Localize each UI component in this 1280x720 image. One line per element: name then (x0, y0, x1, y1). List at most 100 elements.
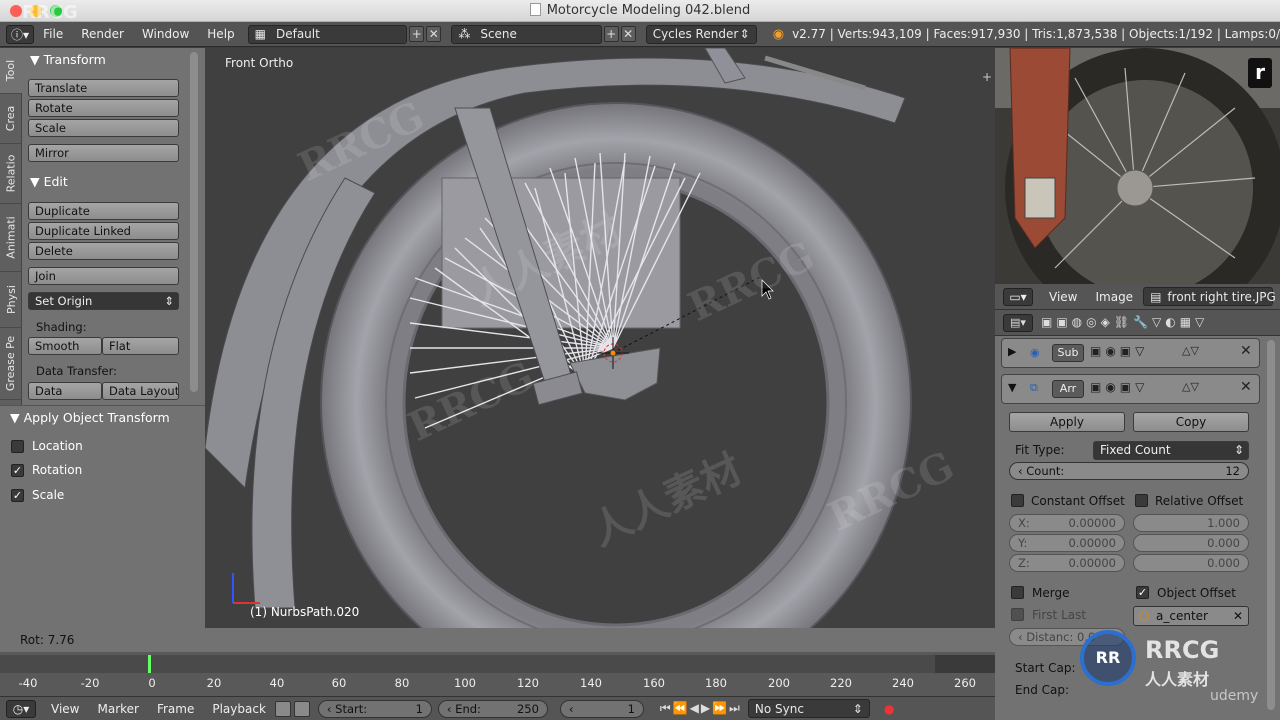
tab-animation[interactable]: Animati (0, 204, 22, 272)
image-editor[interactable]: r (995, 48, 1280, 284)
tool-shelf-scrollbar[interactable] (190, 52, 198, 392)
transform-panel-header[interactable]: ▼ Transform (30, 52, 106, 67)
copy-modifier-button[interactable]: Copy (1133, 412, 1249, 432)
image-editor-type-icon[interactable]: ▭▾ (1003, 287, 1033, 306)
offset-object-field[interactable]: ⬡ a_center ✕ (1133, 606, 1249, 626)
tab-grease-pencil[interactable]: Grease Pe (0, 328, 22, 400)
scale-checkbox[interactable]: ✓ (11, 489, 24, 502)
end-frame-field[interactable]: ‹ End: 250 (437, 699, 548, 718)
apply-modifier-button[interactable]: Apply (1009, 412, 1125, 432)
location-checkbox[interactable] (11, 440, 24, 453)
timeline-strip[interactable] (0, 655, 935, 673)
duplicate-button[interactable]: Duplicate (28, 202, 179, 220)
move-up-down-icon[interactable]: △▽ (1182, 380, 1199, 393)
modifier-name-field[interactable]: Arr (1052, 380, 1084, 398)
menu-playback[interactable]: Playback (203, 702, 275, 716)
menu-render[interactable]: Render (72, 27, 133, 41)
menu-file[interactable]: File (34, 27, 72, 41)
relative-offset-y-field[interactable]: 0.000 (1133, 534, 1249, 552)
modifier-visibility-icons[interactable]: ▣◉▣▽ (1090, 344, 1148, 358)
tab-relations[interactable]: Relatio (0, 144, 22, 204)
keying-icon[interactable] (274, 700, 291, 717)
render-engine-select[interactable]: Cycles Render ⇕ (645, 24, 757, 44)
add-layout-button[interactable]: + (409, 26, 425, 42)
scene-select[interactable]: ⁂ Scene (451, 24, 602, 44)
properties-scrollbar[interactable] (1267, 340, 1275, 710)
timeline-tick: 220 (830, 676, 852, 690)
menu-window[interactable]: Window (133, 27, 198, 41)
screen-layout-select[interactable]: ▦ Default (247, 24, 408, 44)
relative-offset-z-field[interactable]: 0.000 (1133, 554, 1249, 572)
constant-offset-y-field[interactable]: Y: 0.00000 (1009, 534, 1125, 552)
lock-icon[interactable] (293, 700, 310, 717)
first-last-checkbox[interactable] (1011, 608, 1024, 621)
move-up-down-icon[interactable]: △▽ (1182, 344, 1199, 357)
constant-offset-x-field[interactable]: X: 0.00000 (1009, 514, 1125, 532)
remove-scene-button[interactable]: ✕ (620, 26, 636, 42)
add-scene-button[interactable]: + (603, 26, 619, 42)
modifier-array-header[interactable]: ▼ ⧉ Arr ▣◉▣▽ △▽ ✕ (1001, 374, 1260, 404)
mirror-button[interactable]: Mirror (28, 144, 179, 162)
current-frame-field[interactable]: ‹ 1 (559, 699, 644, 718)
modifier-visibility-icons[interactable]: ▣◉▣▽ (1090, 380, 1148, 394)
apply-panel-header[interactable]: ▼ Apply Object Transform (10, 410, 170, 425)
image-menu-view[interactable]: View (1049, 290, 1077, 304)
image-select[interactable]: ▤ front right tire.JPG (1143, 287, 1276, 306)
menu-view[interactable]: View (42, 702, 88, 716)
rotate-button[interactable]: Rotate (28, 99, 179, 117)
object-offset-checkbox[interactable]: ✓ (1136, 586, 1149, 599)
menu-help[interactable]: Help (198, 27, 243, 41)
flat-button[interactable]: Flat (102, 337, 179, 355)
sync-mode-select[interactable]: No Sync ⇕ (747, 699, 870, 718)
delete-button[interactable]: Delete (28, 242, 179, 260)
count-field[interactable]: ‹ Count: 12 (1009, 462, 1249, 480)
expand-icon[interactable]: ▶ (1008, 345, 1016, 358)
remove-modifier-icon[interactable]: ✕ (1240, 379, 1252, 395)
scene-icon: ⁂ (458, 27, 471, 41)
tab-create[interactable]: Crea (0, 94, 22, 144)
set-origin-dropdown[interactable]: Set Origin ⇕ (28, 292, 179, 310)
image-menu-image[interactable]: Image (1095, 290, 1133, 304)
fit-type-dropdown[interactable]: Fixed Count ⇕ (1093, 441, 1249, 460)
properties-context-tabs-icon[interactable]: ▣▣◍◎◈⛓🔧▽◐▦▽ (1041, 315, 1208, 329)
menu-marker[interactable]: Marker (88, 702, 147, 716)
menu-frame[interactable]: Frame (148, 702, 203, 716)
modifier-subsurf-header[interactable]: ▶ ◉ Sub ▣◉▣▽ △▽ ✕ (1001, 338, 1260, 368)
collapse-icon[interactable]: ▼ (1008, 381, 1016, 394)
scale-button[interactable]: Scale (28, 119, 179, 137)
modifier-name-field[interactable]: Sub (1052, 344, 1084, 362)
edit-panel-header[interactable]: ▼ Edit (30, 174, 68, 189)
rotation-checkbox[interactable]: ✓ (11, 464, 24, 477)
remove-modifier-icon[interactable]: ✕ (1240, 343, 1252, 359)
window-title: Motorcycle Modeling 042.blend (546, 3, 751, 18)
tab-tool[interactable]: Tool (0, 48, 22, 94)
current-frame-marker[interactable] (148, 655, 151, 673)
smooth-button[interactable]: Smooth (28, 337, 102, 355)
constant-offset-z-field[interactable]: Z: 0.00000 (1009, 554, 1125, 572)
merge-checkbox[interactable] (1011, 586, 1024, 599)
data-button[interactable]: Data (28, 382, 102, 400)
clock-icon[interactable]: ◷▾ (6, 699, 36, 718)
reference-photo (995, 48, 1280, 284)
join-button[interactable]: Join (28, 267, 179, 285)
data-layout-button[interactable]: Data Layout (102, 382, 179, 400)
constant-offset-checkbox[interactable] (1011, 494, 1024, 507)
properties-type-icon[interactable]: ▤▾ (1003, 314, 1033, 332)
relative-offset-checkbox[interactable] (1135, 494, 1148, 507)
timeline[interactable]: -40 -20 0 20 40 60 80 100 120 140 160 18… (0, 652, 995, 696)
start-cap-label: Start Cap: (1015, 661, 1076, 675)
playback-controls-icon[interactable]: ⏮⏪◀▶⏩⏭ (660, 701, 742, 716)
duplicate-linked-button[interactable]: Duplicate Linked (28, 222, 179, 240)
clear-icon[interactable]: ✕ (1233, 607, 1243, 625)
editor-type-info-icon[interactable]: ⓘ▾ (6, 24, 35, 44)
close-window-button[interactable] (10, 5, 22, 17)
timeline-tick: 100 (454, 676, 476, 690)
3d-viewport[interactable]: Front Ortho (1) NurbsPath.020 + RRCG 人人素… (205, 48, 995, 628)
relative-offset-x-field[interactable]: 1.000 (1133, 514, 1249, 532)
record-icon[interactable]: ● (884, 702, 894, 716)
start-frame-field[interactable]: ‹ Start: 1 (317, 699, 432, 718)
translate-button[interactable]: Translate (28, 79, 179, 97)
tab-physics[interactable]: Physi (0, 272, 22, 328)
remove-layout-button[interactable]: ✕ (426, 26, 442, 42)
properties-toggle-icon[interactable]: + (982, 70, 992, 84)
